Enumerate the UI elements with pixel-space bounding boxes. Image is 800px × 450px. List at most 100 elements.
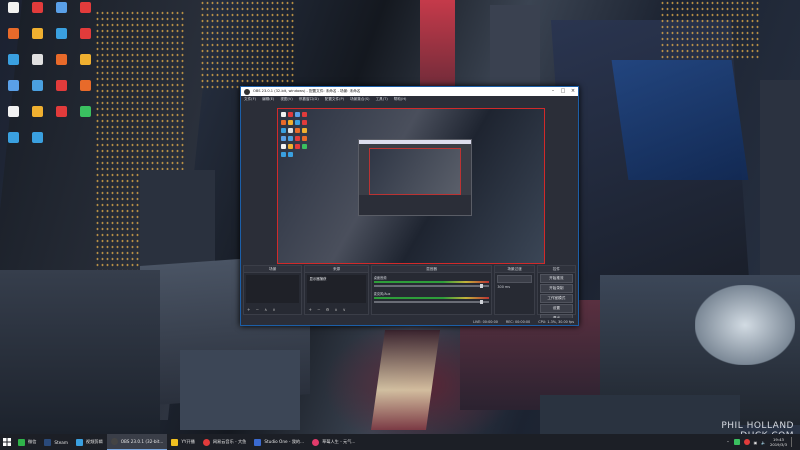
minimize-icon[interactable]: – — [548, 87, 558, 96]
desktop-icon[interactable] — [50, 106, 72, 117]
menu-profile[interactable]: 配置文件(P) — [325, 97, 344, 102]
desktop-icon[interactable] — [26, 28, 48, 39]
volume-knob[interactable] — [480, 300, 484, 304]
desktop-icon[interactable] — [74, 54, 96, 65]
volume-icon[interactable]: 🔈 — [761, 440, 766, 445]
desktop-icon[interactable] — [50, 2, 72, 13]
taskbar-item-studio-one[interactable]: Studio One - 我的... — [250, 434, 308, 450]
desktop-icon[interactable] — [74, 28, 96, 39]
tray-app-icon[interactable] — [733, 439, 740, 445]
obs-window[interactable]: OBS 23.0.1 (32-bit, windows) - 配置文件: 未命名… — [240, 86, 579, 326]
preview-app-icon — [302, 128, 307, 133]
menu-file[interactable]: 文件(F) — [244, 97, 256, 102]
menu-tools[interactable]: 工具(T) — [376, 97, 388, 102]
taskbar-item-app[interactable]: 草莓人生 - 元气... — [308, 434, 359, 450]
desktop-icon[interactable] — [26, 106, 48, 117]
taskbar-item-label: YY开播 — [181, 439, 195, 444]
desktop-icon[interactable] — [2, 2, 24, 13]
desktop-icon[interactable] — [26, 80, 48, 91]
menu-docks[interactable]: 停靠窗口(D) — [299, 97, 319, 102]
preview-app-icon — [295, 112, 300, 117]
volume-slider[interactable] — [373, 300, 490, 304]
app-icon — [31, 80, 43, 91]
taskbar-item-steam[interactable]: Steam — [40, 434, 72, 450]
taskbar-item-yy[interactable]: YY开播 — [167, 434, 199, 450]
studio-one-icon — [254, 438, 262, 446]
desktop-icon[interactable] — [74, 106, 96, 117]
scenes-panel: 场景 + − ∧ ∨ — [243, 265, 303, 315]
desktop-icon[interactable] — [2, 132, 24, 143]
close-icon[interactable]: × — [568, 87, 578, 96]
taskbar-item-label: Studio One - 我的... — [264, 439, 305, 444]
window-title: OBS 23.0.1 (32-bit, windows) - 配置文件: 未命名… — [253, 89, 361, 93]
scenes-list[interactable] — [246, 275, 300, 303]
nested-titlebar — [359, 140, 471, 144]
mixer-track-label: 桌面音频 — [373, 276, 387, 280]
preview-canvas[interactable] — [277, 108, 545, 264]
sources-toolbar[interactable]: + − ⚙ ∧ ∨ — [308, 307, 347, 312]
building — [760, 80, 800, 280]
desktop-icon[interactable] — [2, 80, 24, 91]
obs-titlebar[interactable]: OBS 23.0.1 (32-bit, windows) - 配置文件: 未命名… — [241, 87, 578, 96]
building — [180, 350, 300, 430]
taskbar-item-wechat[interactable]: 微信 — [14, 434, 40, 450]
preview-app-icon — [302, 112, 307, 117]
network-icon[interactable]: ▣ — [754, 440, 758, 445]
desktop-wallpaper: PHIL HOLLAND DUCK COM OBS 23.0.1 (32-bit… — [0, 0, 800, 450]
app-icon — [31, 106, 43, 117]
yy-icon — [171, 438, 179, 446]
menu-scene-collection[interactable]: 场景集合(S) — [350, 97, 369, 102]
start-button[interactable] — [0, 434, 14, 450]
desktop-icon[interactable] — [50, 54, 72, 65]
scenes-toolbar[interactable]: + − ∧ ∨ — [247, 307, 277, 312]
menubar: 文件(F) 编辑(E) 视图(V) 停靠窗口(D) 配置文件(P) 场景集合(S… — [241, 96, 578, 103]
studio-mode-button[interactable]: 工作室模式 — [539, 294, 574, 303]
desktop-icon[interactable] — [2, 54, 24, 65]
taskbar-item-label: OBS 23.0.1 (32-bit... — [120, 439, 164, 444]
preview-app-icon — [281, 144, 286, 149]
desktop-icon[interactable] — [26, 2, 48, 13]
desktop-icon[interactable] — [26, 132, 48, 143]
taskbar-item-obs[interactable]: OBS 23.0.1 (32-bit... — [106, 434, 168, 450]
tray-app-icon[interactable] — [743, 439, 750, 445]
taskbar-item-netease-music[interactable]: 网易云音乐 - 大鱼 — [199, 434, 251, 450]
start-recording-button[interactable]: 开始录制 — [539, 284, 574, 293]
taskbar-item-video-editor[interactable]: 视频剪辑 — [72, 434, 107, 450]
source-item[interactable]: 显示器捕获 — [309, 277, 326, 281]
desktop-icon[interactable] — [50, 80, 72, 91]
app-icon — [79, 28, 91, 39]
desktop-icon[interactable] — [2, 28, 24, 39]
nested-obs-window — [358, 139, 472, 216]
status-live: LIVE: 00:00:00 — [473, 319, 498, 324]
transition-select[interactable] — [497, 275, 532, 283]
start-streaming-button[interactable]: 开始推流 — [539, 274, 574, 283]
wechat-icon — [18, 438, 25, 446]
app-icon — [31, 2, 43, 13]
settings-button[interactable]: 设置 — [539, 304, 574, 313]
taskbar-clock[interactable]: 19:43 2019/3/3 — [770, 437, 787, 447]
desktop-icon[interactable] — [74, 2, 96, 13]
obs-logo-icon — [244, 88, 250, 95]
desktop-icon[interactable] — [50, 28, 72, 39]
desktop-icon[interactable] — [2, 106, 24, 117]
app-icon — [7, 2, 19, 13]
preview-app-icon — [281, 128, 286, 133]
transition-duration[interactable]: 300 ms — [497, 285, 531, 289]
menu-edit[interactable]: 编辑(E) — [262, 97, 274, 102]
menu-view[interactable]: 视图(V) — [280, 97, 292, 102]
volume-knob[interactable] — [480, 284, 484, 288]
app-icon — [7, 80, 19, 91]
sources-header: 来源 — [305, 266, 368, 273]
desktop-icon[interactable] — [26, 54, 48, 65]
nested-preview — [369, 148, 461, 195]
volume-slider[interactable] — [373, 284, 490, 288]
mixer-track-label: 麦克风/Aux — [373, 292, 391, 296]
maximize-icon[interactable]: □ — [558, 87, 568, 96]
watermark-line1: PHIL HOLLAND — [721, 421, 794, 431]
desktop-icons — [0, 0, 100, 180]
sources-list[interactable]: 显示器捕获 — [307, 275, 366, 303]
menu-help[interactable]: 帮助(H) — [394, 97, 407, 102]
desktop-icon[interactable] — [74, 80, 96, 91]
show-desktop-button[interactable] — [791, 437, 796, 447]
tray-chevron-icon[interactable]: ⌃ — [726, 440, 729, 445]
